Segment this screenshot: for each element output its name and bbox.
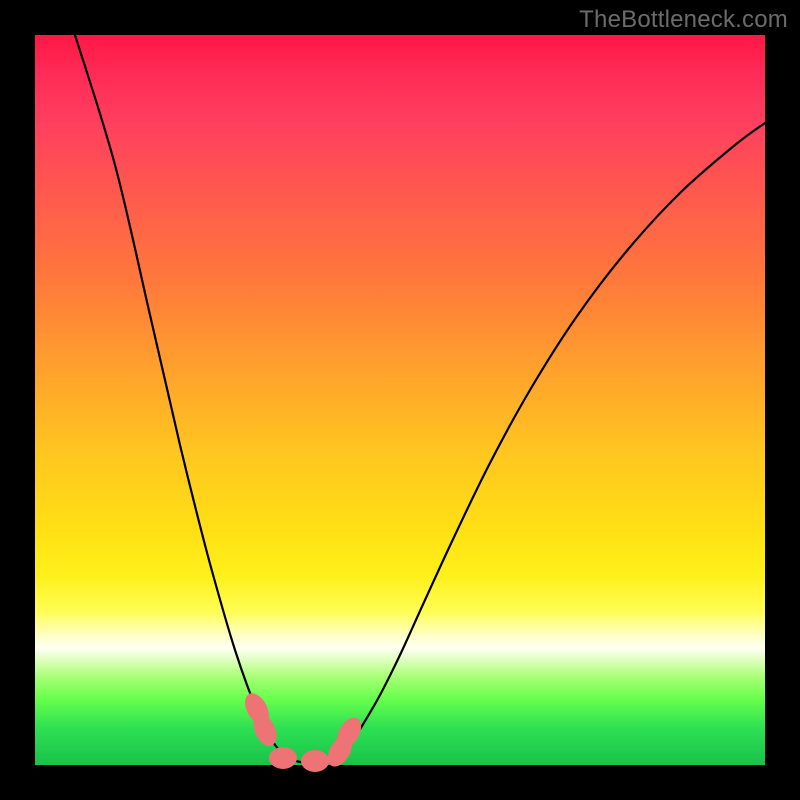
chart-frame: TheBottleneck.com: [0, 0, 800, 800]
bottleneck-curve: [75, 35, 765, 763]
plot-area: [35, 35, 765, 765]
attribution-text: TheBottleneck.com: [579, 6, 788, 34]
odd-marker: [269, 747, 297, 769]
curve-svg: [35, 35, 765, 765]
odd-marker: [301, 750, 329, 772]
odd-markers: [240, 689, 366, 772]
